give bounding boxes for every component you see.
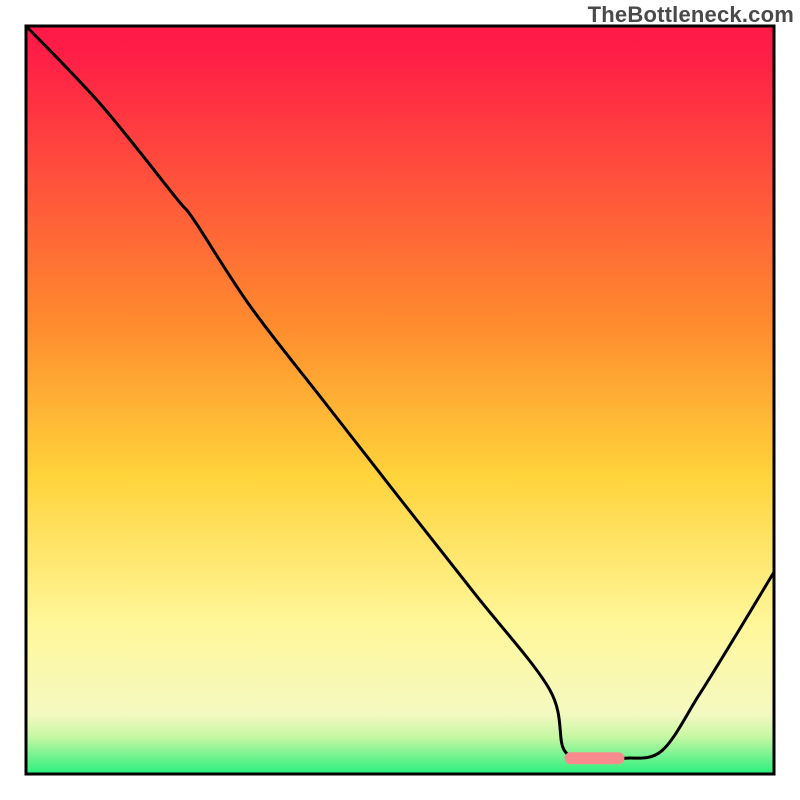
- watermark-text: TheBottleneck.com: [588, 2, 794, 28]
- plot-background: [26, 26, 774, 774]
- chart-stage: TheBottleneck.com: [0, 0, 800, 800]
- chart-svg: [0, 0, 800, 800]
- optimum-marker: [565, 752, 625, 764]
